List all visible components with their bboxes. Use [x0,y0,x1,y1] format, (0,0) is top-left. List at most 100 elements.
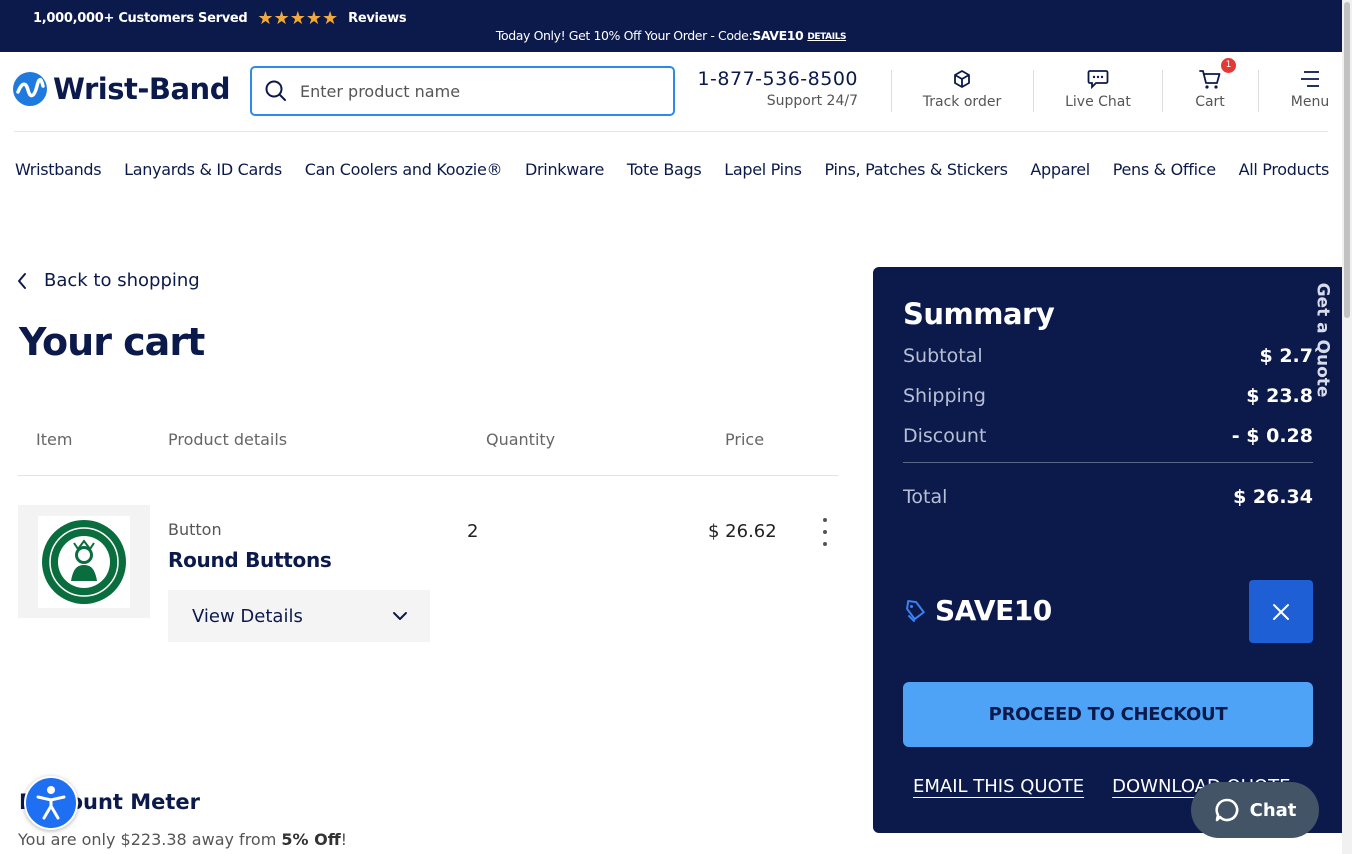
round-button-product-image [42,519,126,604]
table-divider [18,475,838,476]
customers-served: 1,000,000+ Customers Served [33,11,248,26]
nav-item-apparel[interactable]: Apparel [1030,160,1090,179]
discount-meter-message: You are only $223.38 away from 5% Off! [18,830,347,849]
nav-item-can-coolers[interactable]: Can Coolers and Koozie® [305,160,503,179]
promo-offer: Today Only! Get 10% Off Your Order - Cod… [0,28,1342,43]
nav-item-pins-patches[interactable]: Pins, Patches & Stickers [825,160,1008,179]
total-value: $ 26.34 [1233,486,1313,508]
nav-item-tote-bags[interactable]: Tote Bags [627,160,702,179]
track-order-label: Track order [922,94,1002,110]
offer-code: SAVE10 [752,28,804,43]
header-divider [891,70,892,112]
page-title: Your cart [19,320,205,364]
main-nav: Wristbands Lanyards & ID Cards Can Coole… [15,160,1329,179]
chat-icon [1214,798,1239,822]
header-divider [1033,70,1034,112]
offer-text: Today Only! Get 10% Off Your Order - Cod… [495,28,753,43]
column-header-quantity: Quantity [486,430,556,449]
nav-item-lanyards[interactable]: Lanyards & ID Cards [124,160,282,179]
live-chat-button[interactable]: Live Chat [1063,67,1133,110]
chevron-down-icon [393,612,407,620]
logo-text: Wrist-Band [53,72,230,106]
chevron-left-icon [18,272,26,289]
remove-coupon-button[interactable] [1249,580,1313,643]
meter-percent: 5% Off [281,830,341,849]
promo-bar: 1,000,000+ Customers Served ★★★★★ Review… [0,0,1342,52]
box-icon [954,70,970,88]
chat-label: Chat [1249,799,1297,821]
summary-shipping-row: Shipping $ 23.8 [903,385,1313,407]
search-box[interactable] [250,66,675,116]
item-price: $ 26.62 [708,521,777,542]
reviews-link[interactable]: Reviews [348,11,407,26]
total-label: Total [903,486,948,508]
cart-label: Cart [1195,94,1225,110]
get-a-quote-label: Get a Quote [1312,282,1332,398]
email-quote-link[interactable]: EMAIL THIS QUOTE [913,776,1084,797]
accessibility-button[interactable] [24,776,78,830]
cart-button[interactable]: 1 Cart [1190,58,1236,110]
support-hours: Support 24/7 [766,93,858,109]
get-a-quote-tab[interactable]: Get a Quote [1309,282,1335,398]
menu-button[interactable]: Menu [1288,67,1332,110]
shipping-value: $ 23.8 [1246,385,1313,407]
chat-widget-button[interactable]: Chat [1191,782,1319,838]
phone-block: 1-877-536-8500 Support 24/7 [694,68,858,109]
coupon-code: SAVE10 [935,594,1052,627]
subtotal-value: $ 2.7 [1259,345,1314,367]
item-quantity[interactable]: 2 [467,521,478,542]
nav-item-lapel-pins[interactable]: Lapel Pins [724,160,802,179]
search-icon [265,80,286,101]
product-category: Button [168,520,222,539]
header-divider [1162,70,1163,112]
product-name[interactable]: Round Buttons [168,548,332,572]
shipping-label: Shipping [903,385,986,407]
chat-bubble-icon [1087,70,1109,89]
summary-subtotal-row: Subtotal $ 2.7 [903,345,1313,367]
site-logo[interactable]: Wrist-Band [13,72,230,106]
header-divider [1258,70,1259,112]
column-header-product-details: Product details [168,430,288,449]
nav-item-pens-office[interactable]: Pens & Office [1113,160,1216,179]
summary-title: Summary [903,297,1055,331]
more-options-icon[interactable] [818,515,832,549]
page-scrollbar[interactable] [1342,0,1352,854]
header-divider-line [14,131,1328,132]
nav-item-all-products[interactable]: All Products [1239,160,1330,179]
scrollbar-thumb[interactable] [1344,2,1350,318]
applied-coupon: SAVE10 [903,594,1052,627]
cart-count-badge: 1 [1221,58,1236,73]
discount-value: - $ 0.28 [1231,425,1313,447]
proceed-to-checkout-button[interactable]: PROCEED TO CHECKOUT [903,682,1313,747]
nav-item-wristbands[interactable]: Wristbands [15,160,102,179]
meter-prefix: You are only $223.38 away from [18,830,282,849]
track-order-button[interactable]: Track order [920,67,1004,110]
summary-divider [903,462,1313,463]
menu-label: Menu [1290,94,1330,110]
hamburger-menu-icon [1301,71,1319,87]
back-label: Back to shopping [44,270,200,291]
nav-item-drinkware[interactable]: Drinkware [525,160,604,179]
product-thumbnail[interactable] [18,505,150,618]
view-details-label: View Details [192,605,303,627]
logo-wave-icon [13,72,47,106]
tag-icon [906,599,925,622]
details-link[interactable]: DETAILS [807,32,846,42]
search-input[interactable] [300,81,660,101]
back-to-shopping-link[interactable]: Back to shopping [16,270,200,291]
order-summary-panel: Summary Subtotal $ 2.7 Shipping $ 23.8 D… [873,267,1343,833]
discount-label: Discount [903,425,987,447]
rating-stars-icon: ★★★★★ [257,8,339,29]
column-header-price: Price [725,430,765,449]
column-header-item: Item [36,430,73,449]
view-details-toggle[interactable]: View Details [168,590,430,642]
accessibility-icon [36,786,66,820]
summary-discount-row: Discount - $ 0.28 [903,425,1313,447]
close-icon [1273,603,1289,620]
live-chat-label: Live Chat [1065,94,1131,110]
summary-total-row: Total $ 26.34 [903,486,1313,508]
subtotal-label: Subtotal [903,345,983,367]
cart-icon [1199,70,1221,89]
phone-number[interactable]: 1-877-536-8500 [694,68,858,90]
meter-suffix: ! [340,830,348,849]
